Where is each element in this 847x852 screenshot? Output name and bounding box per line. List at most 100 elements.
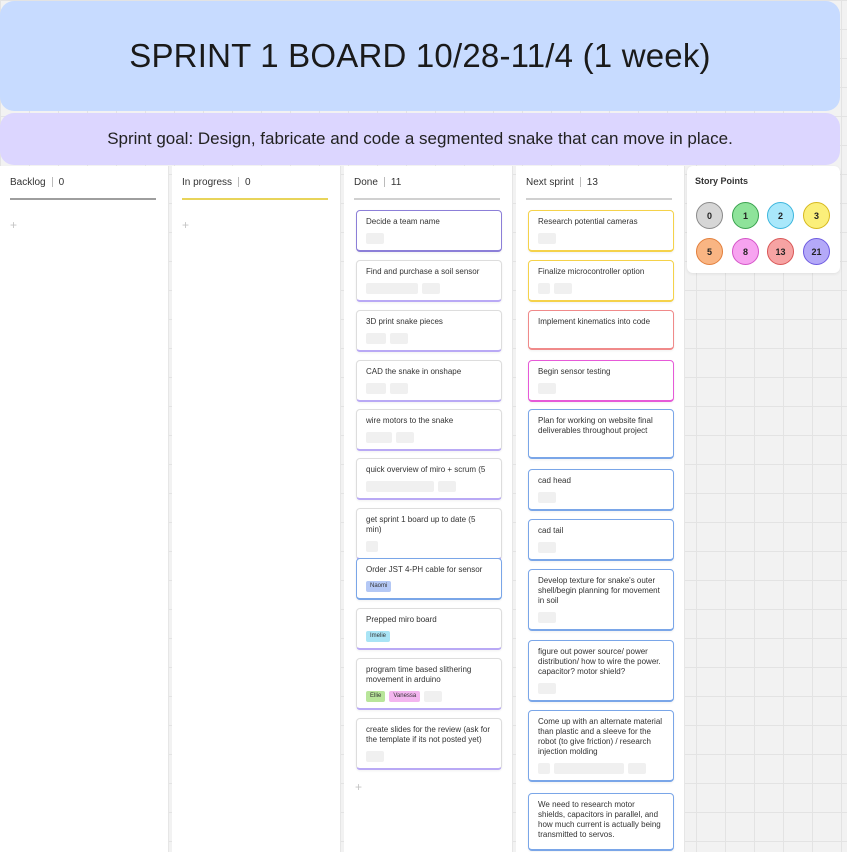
column-count: 0 (58, 176, 65, 188)
done-card[interactable]: CAD the snake in onshape (356, 360, 502, 402)
column-name: Backlog (10, 176, 46, 188)
story-point-8[interactable]: 8 (732, 238, 759, 265)
empty-field-chip[interactable] (554, 763, 624, 774)
empty-field-chip[interactable] (366, 383, 386, 394)
card-text: cad tail (538, 526, 564, 535)
empty-field-chip[interactable] (366, 751, 384, 762)
assignee-tag[interactable]: Ellie (366, 691, 386, 702)
card-text: We need to research motor shields, capac… (538, 800, 661, 839)
empty-field-chip[interactable] (538, 542, 556, 553)
next-card[interactable]: figure out power source/ power distribut… (528, 640, 674, 702)
empty-field-chip[interactable] (390, 333, 408, 344)
done-card[interactable]: wire motors to the snake (356, 409, 502, 451)
empty-field-chip[interactable] (538, 233, 556, 244)
assignee-tag[interactable]: Imelie (366, 631, 391, 642)
next-card[interactable]: Implement kinematics into code (528, 310, 674, 350)
empty-field-chip[interactable] (422, 283, 440, 294)
done-card[interactable]: Find and purchase a soil sensor (356, 260, 502, 302)
next-card[interactable]: Research potential cameras (528, 210, 674, 252)
column-count: 11 (390, 176, 402, 188)
next-card[interactable]: Begin sensor testing (528, 360, 674, 402)
card-text: create slides for the review (ask for th… (366, 725, 491, 744)
empty-field-chip[interactable] (438, 481, 456, 492)
card-fields (366, 432, 492, 443)
card-fields (366, 383, 492, 394)
empty-field-chip[interactable] (396, 432, 414, 443)
empty-field-chip[interactable] (366, 233, 384, 244)
add-card-button[interactable]: + (355, 780, 362, 794)
empty-field-chip[interactable] (538, 492, 556, 503)
card-fields (366, 233, 492, 244)
card-fields (366, 541, 492, 552)
card-fields (366, 481, 492, 492)
empty-field-chip[interactable] (628, 763, 646, 774)
story-point-1[interactable]: 1 (732, 202, 759, 229)
next-card[interactable]: Finalize microcontroller option (528, 260, 674, 302)
empty-field-chip[interactable] (554, 283, 572, 294)
card-fields (538, 383, 664, 394)
column-header-next-sprint: Next sprint 13 (526, 166, 672, 200)
card-text: Prepped miro board (366, 615, 437, 624)
done-card[interactable]: quick overview of miro + scrum (5 (356, 458, 502, 500)
empty-field-chip[interactable] (538, 612, 556, 623)
empty-field-chip[interactable] (366, 481, 434, 492)
card-fields: Naomi (366, 581, 492, 592)
empty-field-chip[interactable] (538, 683, 556, 694)
add-card-button[interactable]: + (10, 218, 17, 232)
done-card[interactable]: create slides for the review (ask for th… (356, 718, 502, 770)
empty-field-chip[interactable] (366, 541, 378, 552)
story-point-13[interactable]: 13 (767, 238, 794, 265)
column-header-in-progress: In progress 0 (182, 166, 328, 200)
story-point-0[interactable]: 0 (696, 202, 723, 229)
empty-field-chip[interactable] (366, 333, 386, 344)
done-card[interactable]: program time based slithering movement i… (356, 658, 502, 710)
empty-field-chip[interactable] (538, 383, 556, 394)
card-fields (366, 333, 492, 344)
card-fields: Imelie (366, 631, 492, 642)
empty-field-chip[interactable] (366, 283, 418, 294)
done-card[interactable]: get sprint 1 board up to date (5 min) (356, 508, 502, 560)
card-text: Decide a team name (366, 217, 440, 226)
empty-field-chip[interactable] (390, 383, 408, 394)
card-fields (538, 763, 664, 774)
done-card[interactable]: 3D print snake pieces (356, 310, 502, 352)
empty-field-chip[interactable] (538, 283, 550, 294)
next-card[interactable]: cad head (528, 469, 674, 511)
card-fields (366, 283, 492, 294)
column-in-progress: In progress 0 + (172, 166, 341, 852)
add-card-button[interactable]: + (182, 218, 189, 232)
story-points-legend: Story Points 0 1 2 3 5 8 13 21 (687, 166, 840, 273)
done-card[interactable]: Order JST 4-PH cable for sensor Naomi (356, 558, 502, 600)
card-text: Come up with an alternate material than … (538, 717, 663, 756)
story-point-5[interactable]: 5 (696, 238, 723, 265)
empty-field-chip[interactable] (424, 691, 443, 702)
assignee-tag[interactable]: Vanessa (389, 691, 421, 702)
done-card[interactable]: Prepped miro board Imelie (356, 608, 502, 650)
story-point-21[interactable]: 21 (803, 238, 830, 265)
card-text: CAD the snake in onshape (366, 367, 462, 376)
column-backlog: Backlog 0 + (0, 166, 169, 852)
card-text: Find and purchase a soil sensor (366, 267, 480, 276)
column-count: 13 (586, 176, 598, 188)
next-card[interactable]: Plan for working on website final delive… (528, 409, 674, 459)
story-points-title: Story Points (695, 176, 749, 186)
sprint-title-banner: SPRINT 1 BOARD 10/28-11/4 (1 week) (0, 1, 840, 111)
story-point-3[interactable]: 3 (803, 202, 830, 229)
card-text: Order JST 4-PH cable for sensor (366, 565, 483, 574)
assignee-tag[interactable]: Naomi (366, 581, 392, 592)
card-fields (538, 233, 664, 244)
next-card[interactable]: Come up with an alternate material than … (528, 710, 674, 782)
card-fields: Ellie Vanessa (366, 691, 492, 702)
next-card[interactable]: cad tail (528, 519, 674, 561)
empty-field-chip[interactable] (538, 763, 550, 774)
card-fields (366, 751, 492, 762)
next-card[interactable]: We need to research motor shields, capac… (528, 793, 674, 851)
card-text: quick overview of miro + scrum (5 (366, 465, 486, 474)
story-point-2[interactable]: 2 (767, 202, 794, 229)
card-text: figure out power source/ power distribut… (538, 647, 661, 676)
next-card[interactable]: Develop texture for snake's outer shell/… (528, 569, 674, 631)
card-text: Research potential cameras (538, 217, 638, 226)
card-text: wire motors to the snake (366, 416, 454, 425)
empty-field-chip[interactable] (366, 432, 392, 443)
done-card[interactable]: Decide a team name (356, 210, 502, 252)
